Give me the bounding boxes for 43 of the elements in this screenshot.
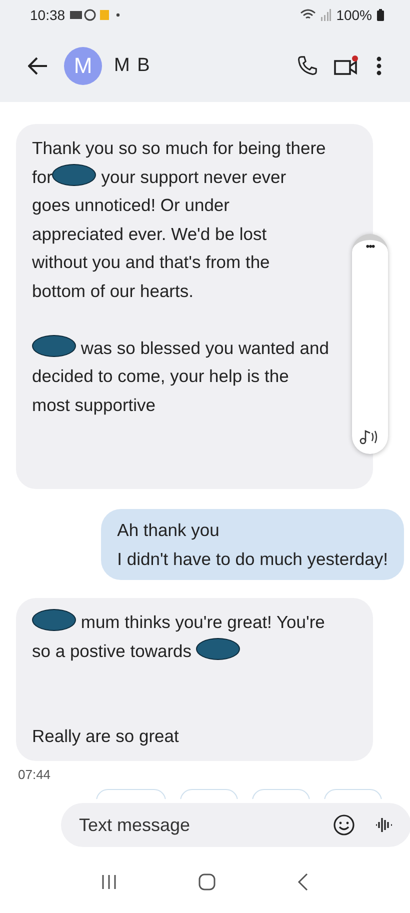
message-text: I didn't have to do much yesterday!: [117, 548, 388, 568]
signal-icon: [321, 9, 332, 21]
battery-percent: 100%: [336, 7, 372, 23]
message-text: Ah thank you: [117, 520, 220, 540]
message-text: for: [32, 166, 52, 186]
wifi-icon: [300, 9, 316, 21]
message-text: was so blessed you wanted and: [80, 338, 329, 358]
received-message-bubble[interactable]: mum thinks you're great! You're so a postive towards Really are so great: [16, 598, 373, 760]
message-text: without you and that's from the: [32, 252, 270, 272]
back-nav-icon[interactable]: [297, 873, 310, 891]
message-text: mum thinks you're great! You're: [80, 612, 325, 632]
message-text: Thank you so so much for being there: [32, 138, 326, 158]
message-time: 07:44: [18, 766, 52, 782]
voice-icon[interactable]: [375, 815, 393, 835]
redaction-mark: [196, 638, 240, 660]
message-text: decided to come, your help is the: [32, 366, 289, 386]
battery-icon: [377, 9, 384, 21]
message-text: your support never ever: [100, 166, 286, 186]
message-text: most supportive: [32, 394, 156, 414]
message-text: bottom of our hearts.: [32, 280, 194, 300]
recents-icon[interactable]: [100, 874, 117, 890]
video-call-icon[interactable]: [334, 55, 360, 77]
message-text: so a postive towards: [32, 640, 193, 660]
contact-name[interactable]: M B: [114, 55, 151, 77]
message-text: appreciated ever. We'd be lost: [32, 224, 267, 244]
message-text: goes unnoticed! Or under: [32, 195, 230, 215]
status-time: 10:38: [30, 7, 66, 23]
emoji-icon[interactable]: [333, 814, 355, 836]
message-input[interactable]: Text message: [77, 814, 313, 836]
message-text: Really are so great: [32, 726, 179, 746]
redaction-mark: [32, 609, 76, 631]
message-field[interactable]: Text message: [61, 803, 410, 847]
back-icon[interactable]: [28, 57, 48, 75]
sent-message-bubble[interactable]: Ah thank you I didn't have to do much yesterday!: [101, 509, 404, 580]
more-icon[interactable]: [376, 56, 382, 76]
received-message-bubble[interactable]: [16, 124, 373, 489]
redaction-mark: [52, 164, 96, 186]
phone-icon[interactable]: [296, 55, 318, 77]
edge-panel[interactable]: •••: [352, 234, 388, 454]
home-icon[interactable]: [198, 873, 216, 891]
notification-icons: [70, 9, 120, 21]
panel-menu[interactable]: •••: [366, 240, 374, 254]
redaction-mark: [32, 334, 76, 356]
